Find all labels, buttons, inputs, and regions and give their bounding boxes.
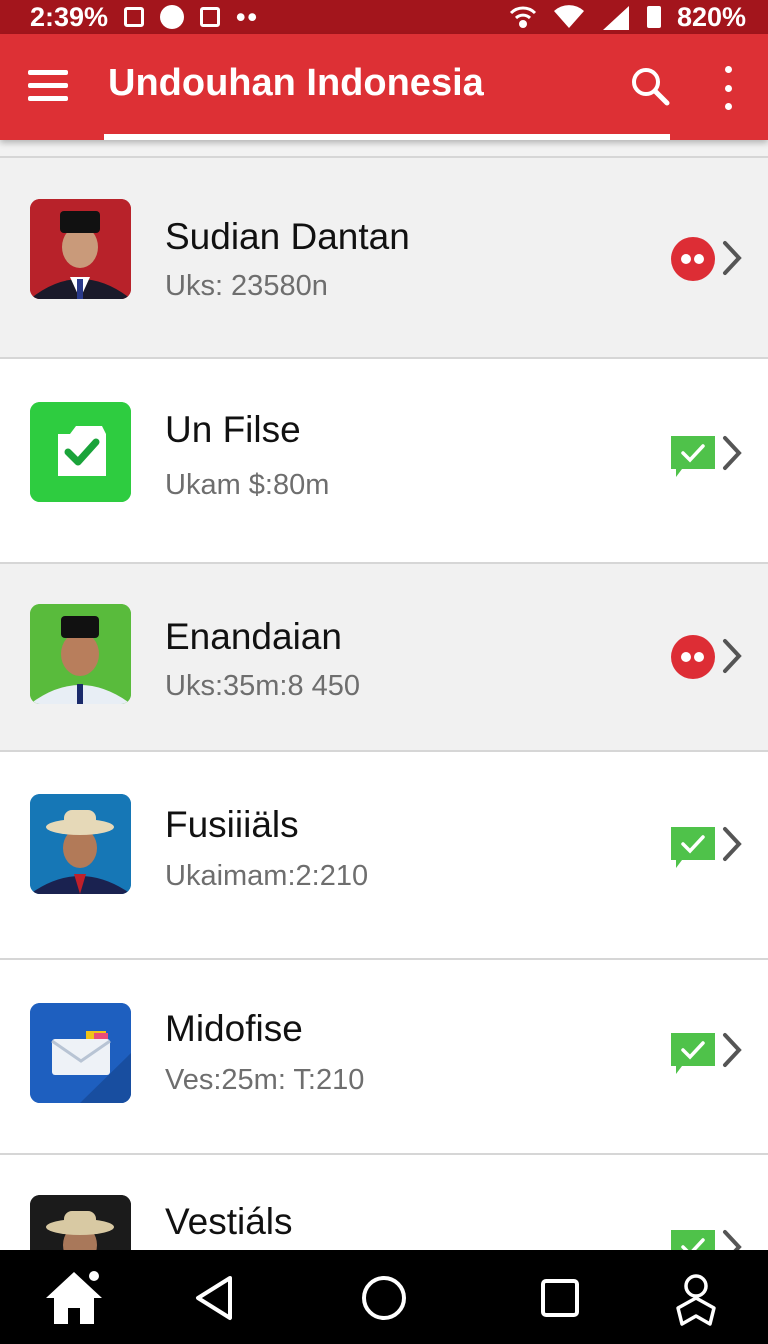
item-subtitle: Ukaimam:2:210 (165, 860, 369, 892)
item-subtitle: Ukam $:80m (165, 469, 330, 501)
list-item[interactable]: Fusiiiäls Ukaimam:2:210 (0, 750, 768, 958)
hotspot-icon (509, 6, 536, 28)
location-icon (160, 5, 185, 29)
more-vert-icon[interactable] (716, 66, 740, 110)
avatar (30, 199, 131, 299)
chevron-right-icon[interactable] (720, 433, 744, 473)
item-title: Vestiáls (165, 1201, 293, 1242)
chevron-right-icon[interactable] (720, 1030, 744, 1070)
list-item[interactable]: Vestiáls (0, 1153, 768, 1263)
image-icon (124, 7, 145, 27)
item-title: Sudian Dantan (165, 216, 410, 257)
green-check-badge-icon[interactable] (668, 1028, 718, 1078)
status-time: 2:39% (30, 1, 109, 32)
item-title: Un Filse (165, 409, 301, 450)
home-circle-icon[interactable] (352, 1268, 416, 1328)
item-title: Fusiiiäls (165, 804, 299, 845)
gallery-icon (200, 7, 221, 27)
recents-icon[interactable] (528, 1268, 592, 1328)
more-dots-icon: •• (236, 1, 259, 32)
chevron-right-icon[interactable] (720, 636, 744, 676)
app-bar: Undouhan Indonesia (0, 34, 768, 140)
download-list: Sudian Dantan Uks: 23580n Un Filse Ukam … (0, 156, 768, 1263)
item-subtitle: Ves:25m: T:210 (165, 1064, 365, 1096)
green-check-badge-icon[interactable] (668, 822, 718, 872)
avatar (30, 794, 131, 894)
green-check-app-icon (30, 402, 131, 502)
list-item[interactable]: Un Filse Ukam $:80m (0, 357, 768, 562)
title-underline (104, 134, 670, 140)
item-subtitle: Uks: 23580n (165, 270, 328, 302)
search-icon[interactable] (630, 66, 670, 106)
chevron-right-icon[interactable] (720, 238, 744, 278)
wifi-icon (553, 5, 584, 28)
battery-level: 820% (676, 1, 746, 32)
item-title: Midofise (165, 1008, 303, 1049)
system-nav-bar (0, 1250, 768, 1344)
avatar (30, 604, 131, 704)
red-status-icon[interactable] (668, 632, 718, 682)
status-bar: 2:39% •• 820% (0, 0, 768, 34)
signal-icon (602, 6, 629, 30)
mail-app-icon (30, 1003, 131, 1103)
profile-star-icon[interactable] (664, 1268, 728, 1328)
page-title: Undouhan Indonesia (108, 62, 484, 104)
list-item[interactable]: Enandaian Uks:35m:8 450 (0, 562, 768, 750)
list-item[interactable]: Sudian Dantan Uks: 23580n (0, 156, 768, 357)
green-check-badge-icon[interactable] (668, 431, 718, 481)
battery-icon (646, 6, 661, 28)
menu-icon[interactable] (28, 70, 68, 102)
home-icon[interactable] (42, 1268, 106, 1328)
red-status-icon[interactable] (668, 234, 718, 284)
chevron-right-icon[interactable] (720, 824, 744, 864)
item-subtitle: Uks:35m:8 450 (165, 670, 361, 702)
back-icon[interactable] (184, 1268, 248, 1328)
list-item[interactable]: Midofise Ves:25m: T:210 (0, 958, 768, 1153)
item-title: Enandaian (165, 616, 342, 657)
